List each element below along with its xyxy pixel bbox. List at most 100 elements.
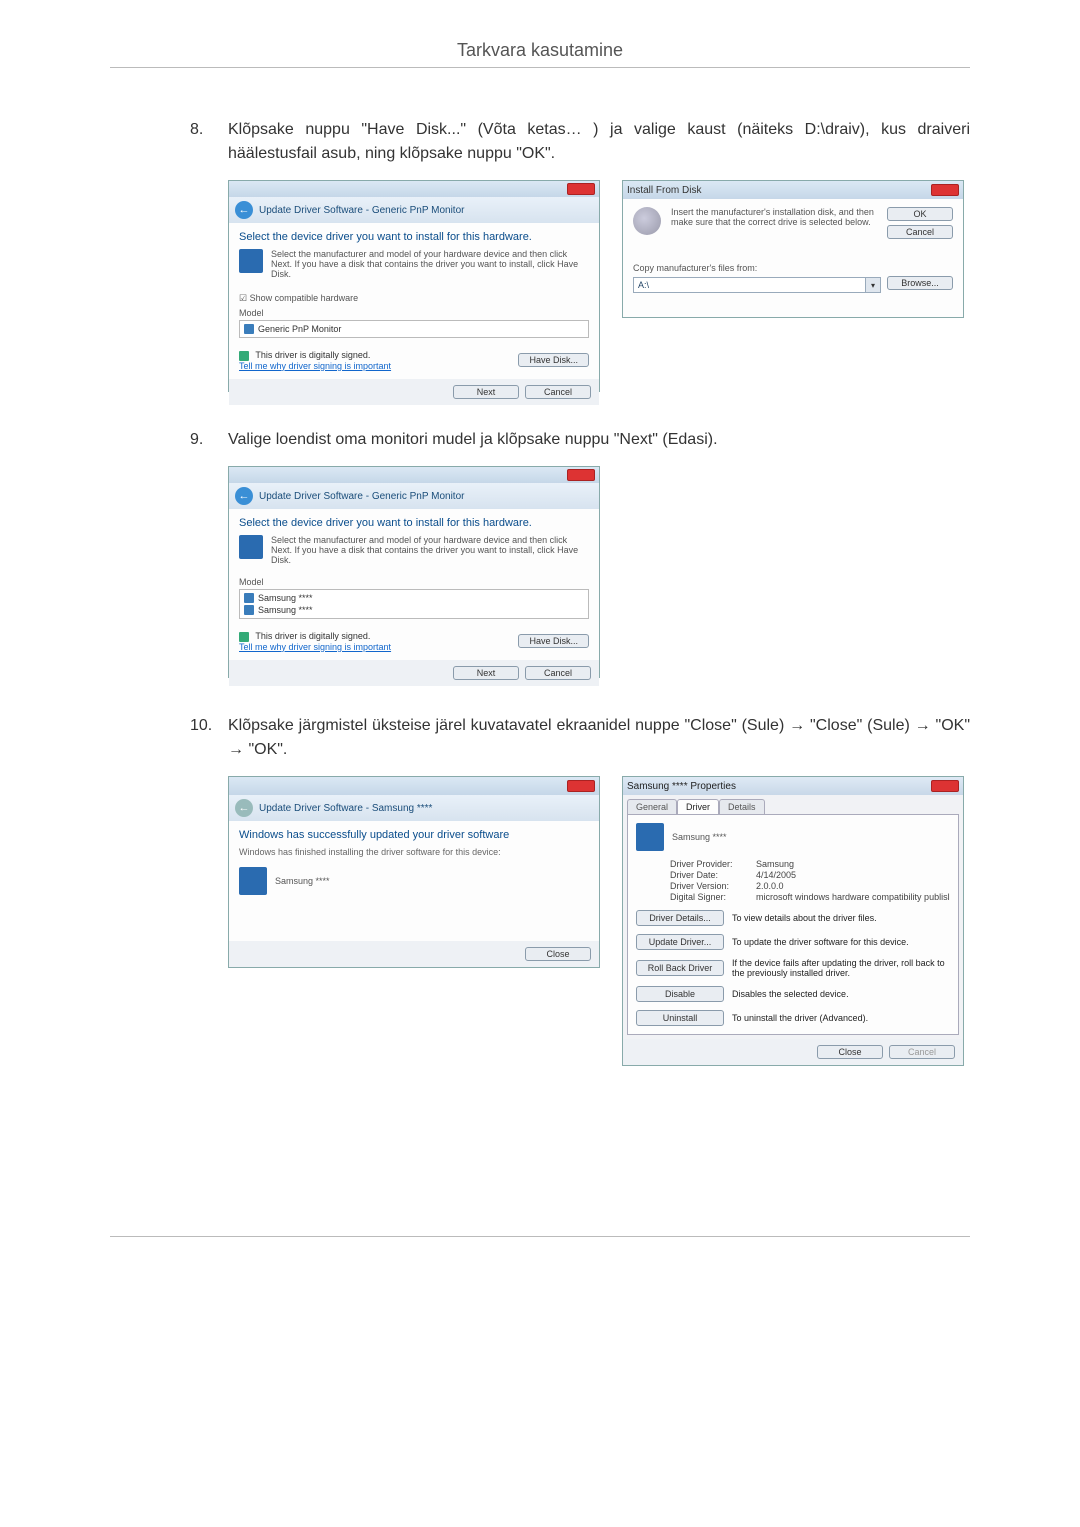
breadcrumb-text: Update Driver Software - Generic PnP Mon… bbox=[259, 491, 464, 502]
install-from-disk-dialog: Install From Disk Insert the manufacture… bbox=[622, 180, 964, 318]
titlebar bbox=[229, 181, 599, 197]
list-item[interactable]: Samsung **** bbox=[244, 604, 584, 616]
tab-panel: Samsung **** Driver Provider:Samsung Dri… bbox=[627, 814, 959, 1035]
close-icon[interactable] bbox=[567, 780, 595, 792]
rollback-button[interactable]: Roll Back Driver bbox=[636, 960, 724, 976]
close-icon[interactable] bbox=[931, 780, 959, 792]
update-driver-button[interactable]: Update Driver... bbox=[636, 934, 724, 950]
signing-link[interactable]: Tell me why driver signing is important bbox=[239, 361, 391, 371]
disable-button[interactable]: Disable bbox=[636, 986, 724, 1002]
update-done-dialog: ← Update Driver Software - Samsung **** … bbox=[228, 776, 600, 968]
breadcrumb-text: Update Driver Software - Generic PnP Mon… bbox=[259, 205, 464, 216]
hint-row: Select the manufacturer and model of you… bbox=[239, 535, 589, 565]
monitor-icon bbox=[239, 867, 267, 895]
window-title: Samsung **** Properties bbox=[627, 781, 736, 792]
list-item[interactable]: Generic PnP Monitor bbox=[244, 323, 584, 335]
page-title: Tarkvara kasutamine bbox=[110, 40, 970, 61]
step-10: 10. Klõpsake järgmistel üksteise järel k… bbox=[190, 714, 970, 762]
close-icon[interactable] bbox=[567, 469, 595, 481]
update-driver-dialog-2: ← Update Driver Software - Generic PnP M… bbox=[228, 466, 600, 678]
signer-value: microsoft windows hardware compatibility… bbox=[756, 892, 950, 902]
step-text: Klõpsake nuppu "Have Disk..." (Võta keta… bbox=[228, 118, 970, 166]
driver-details-desc: To view details about the driver files. bbox=[732, 913, 877, 923]
shield-icon bbox=[239, 632, 249, 642]
breadcrumb: ← Update Driver Software - Generic PnP M… bbox=[229, 197, 599, 223]
tab-general[interactable]: General bbox=[627, 799, 677, 814]
ok-button[interactable]: OK bbox=[887, 207, 953, 221]
breadcrumb-text: Update Driver Software - Samsung **** bbox=[259, 803, 432, 814]
titlebar bbox=[229, 467, 599, 483]
date-key: Driver Date: bbox=[670, 870, 756, 880]
signed-text: This driver is digitally signed. bbox=[255, 350, 370, 360]
chevron-down-icon[interactable]: ▾ bbox=[866, 277, 881, 293]
step-number: 10. bbox=[190, 714, 228, 762]
list-item[interactable]: Samsung **** bbox=[244, 592, 584, 604]
titlebar: Install From Disk bbox=[623, 181, 963, 199]
path-combobox[interactable]: A:\ bbox=[633, 277, 866, 293]
cancel-button: Cancel bbox=[889, 1045, 955, 1059]
device-row: Samsung **** bbox=[636, 823, 950, 851]
titlebar bbox=[229, 777, 599, 795]
cancel-button[interactable]: Cancel bbox=[525, 385, 591, 399]
back-icon: ← bbox=[235, 799, 253, 817]
uninstall-button[interactable]: Uninstall bbox=[636, 1010, 724, 1026]
footer-divider bbox=[110, 1236, 970, 1237]
have-disk-button[interactable]: Have Disk... bbox=[518, 634, 589, 648]
device-name: Samsung **** bbox=[672, 832, 727, 842]
done-heading: Windows has successfully updated your dr… bbox=[239, 829, 589, 841]
step-8: 8. Klõpsake nuppu "Have Disk..." (Võta k… bbox=[190, 118, 970, 166]
hint-text: Select the manufacturer and model of you… bbox=[271, 535, 589, 565]
disc-icon bbox=[633, 207, 661, 235]
step-9: 9. Valige loendist oma monitori mudel ja… bbox=[190, 428, 970, 452]
model-label: Model bbox=[239, 308, 589, 318]
cancel-button[interactable]: Cancel bbox=[887, 225, 953, 239]
device-icon bbox=[239, 535, 263, 559]
cancel-button[interactable]: Cancel bbox=[525, 666, 591, 680]
show-compatible-checkbox[interactable]: ☑ Show compatible hardware bbox=[239, 293, 589, 304]
ifd-hint: Insert the manufacturer's installation d… bbox=[671, 207, 877, 239]
breadcrumb: ← Update Driver Software - Generic PnP M… bbox=[229, 483, 599, 509]
device-icon bbox=[239, 249, 263, 273]
driver-details-button[interactable]: Driver Details... bbox=[636, 910, 724, 926]
back-icon[interactable]: ← bbox=[235, 201, 253, 219]
signer-key: Digital Signer: bbox=[670, 892, 756, 902]
tab-driver[interactable]: Driver bbox=[677, 799, 719, 814]
monitor-icon bbox=[244, 605, 254, 615]
signing-link[interactable]: Tell me why driver signing is important bbox=[239, 642, 391, 652]
model-item-label: Samsung **** bbox=[258, 593, 313, 603]
show-compatible-label: Show compatible hardware bbox=[250, 293, 359, 303]
rollback-desc: If the device fails after updating the d… bbox=[732, 958, 950, 978]
model-item-label: Samsung **** bbox=[258, 605, 313, 615]
breadcrumb: ← Update Driver Software - Samsung **** bbox=[229, 795, 599, 821]
hint-row: Select the manufacturer and model of you… bbox=[239, 249, 589, 279]
have-disk-button[interactable]: Have Disk... bbox=[518, 353, 589, 367]
provider-value: Samsung bbox=[756, 859, 794, 869]
update-driver-dialog: ← Update Driver Software - Generic PnP M… bbox=[228, 180, 600, 392]
close-button[interactable]: Close bbox=[817, 1045, 883, 1059]
divider bbox=[110, 67, 970, 68]
close-button[interactable]: Close bbox=[525, 947, 591, 961]
version-value: 2.0.0.0 bbox=[756, 881, 784, 891]
monitor-icon bbox=[244, 593, 254, 603]
model-list[interactable]: Samsung **** Samsung **** bbox=[239, 589, 589, 619]
close-icon[interactable] bbox=[931, 184, 959, 196]
monitor-icon bbox=[636, 823, 664, 851]
dialog-heading: Select the device driver you want to ins… bbox=[239, 231, 589, 243]
date-value: 4/14/2005 bbox=[756, 870, 796, 880]
back-icon[interactable]: ← bbox=[235, 487, 253, 505]
tab-details[interactable]: Details bbox=[719, 799, 765, 814]
step-number: 9. bbox=[190, 428, 228, 452]
model-list[interactable]: Generic PnP Monitor bbox=[239, 320, 589, 338]
properties-dialog: Samsung **** Properties General Driver D… bbox=[622, 776, 964, 1066]
step-text: Klõpsake järgmistel üksteise järel kuvat… bbox=[228, 714, 970, 762]
shield-icon bbox=[239, 351, 249, 361]
next-button[interactable]: Next bbox=[453, 666, 519, 680]
copy-from-label: Copy manufacturer's files from: bbox=[633, 263, 953, 273]
tab-bar: General Driver Details bbox=[623, 795, 963, 814]
browse-button[interactable]: Browse... bbox=[887, 276, 953, 290]
close-icon[interactable] bbox=[567, 183, 595, 195]
next-button[interactable]: Next bbox=[453, 385, 519, 399]
step-text: Valige loendist oma monitori mudel ja kl… bbox=[228, 428, 970, 452]
window-title: Install From Disk bbox=[627, 185, 701, 196]
device-name: Samsung **** bbox=[275, 876, 330, 886]
